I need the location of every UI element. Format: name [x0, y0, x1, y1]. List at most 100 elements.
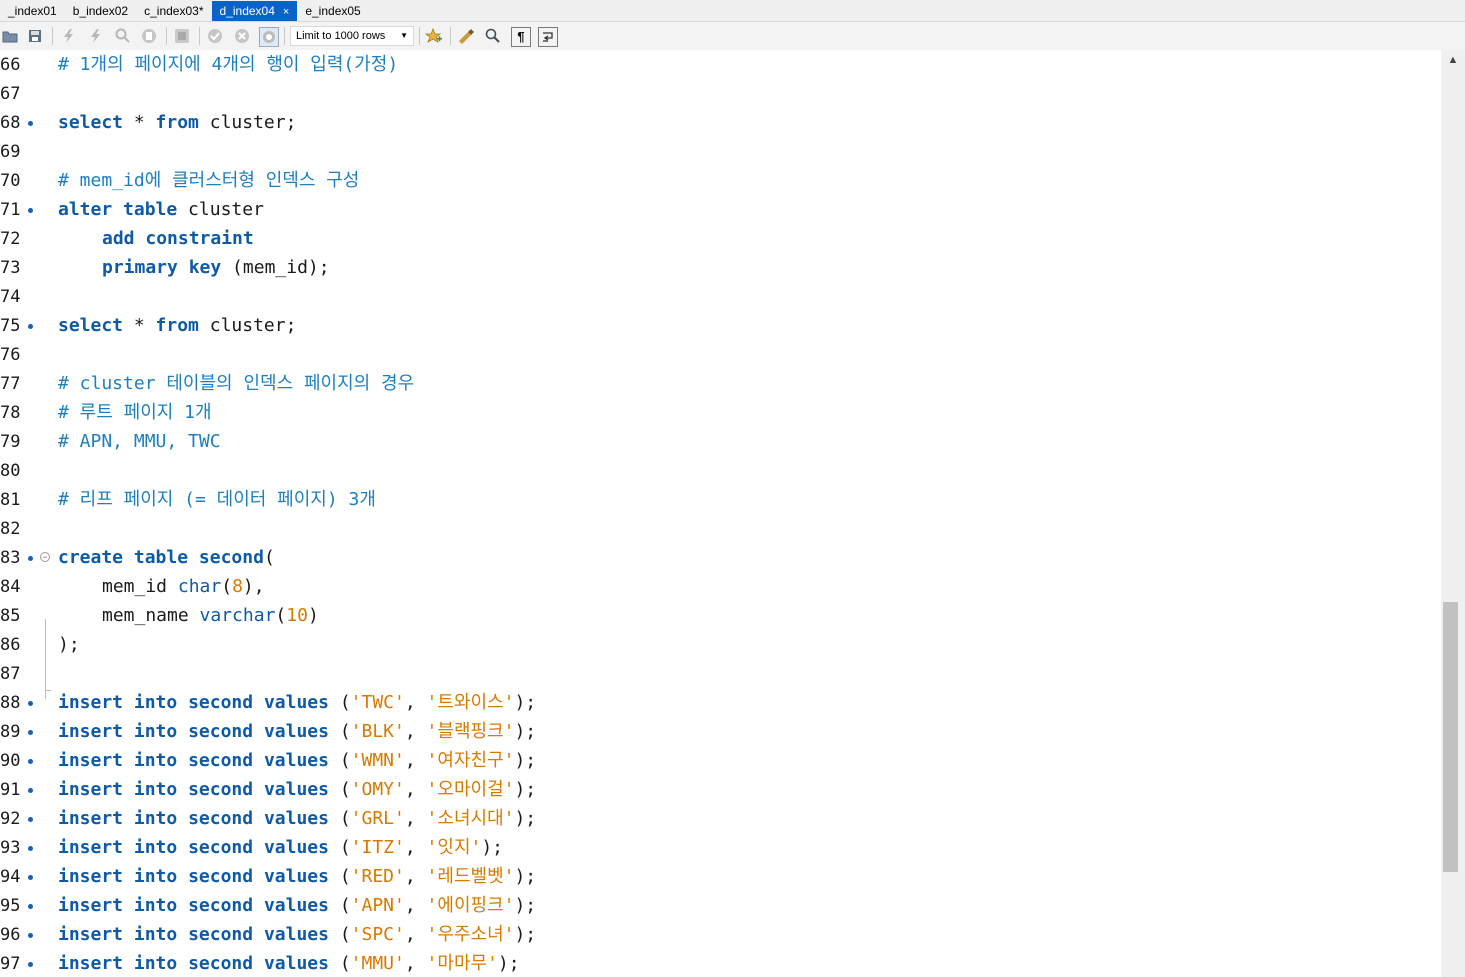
editor-line[interactable]: 84 mem_id char(8), — [0, 572, 1441, 601]
commit-icon[interactable] — [206, 27, 224, 45]
close-icon[interactable]: × — [283, 6, 289, 18]
keyword: into — [133, 895, 178, 916]
execute-current-icon[interactable] — [87, 27, 105, 45]
rollback-icon[interactable] — [233, 27, 251, 45]
code-text: insert into second values ('SPC', '우주소녀'… — [58, 924, 536, 946]
editor-line[interactable]: 92 insert into second values ('GRL', '소녀시… — [0, 804, 1441, 833]
find-icon[interactable] — [484, 27, 502, 45]
limit-rows-label: Limit to 1000 rows — [296, 30, 386, 42]
editor-line[interactable]: 82 — [0, 514, 1441, 543]
editor-line[interactable]: 88 insert into second values ('TWC', '트와이… — [0, 688, 1441, 717]
keyword: second — [188, 953, 254, 974]
editor-line[interactable]: 67 — [0, 79, 1441, 108]
line-number: 87 — [0, 663, 22, 685]
editor-line[interactable]: 81 # 리프 페이지 (= 데이터 페이지) 3개 — [0, 485, 1441, 514]
tab-b-index02[interactable]: b_index02 — [65, 1, 136, 21]
code-token: * — [123, 112, 156, 133]
editor-line[interactable]: 70 # mem_id에 클러스터형 인덱스 구성 — [0, 166, 1441, 195]
tab-e-index05[interactable]: e_index05 — [297, 1, 368, 21]
editor-line[interactable]: 96 insert into second values ('SPC', '우주소… — [0, 920, 1441, 949]
editor-line[interactable]: 76 — [0, 340, 1441, 369]
tab-d-index04[interactable]: d_index04 × — [211, 1, 298, 21]
keyword: second — [188, 692, 254, 713]
keyword: second — [188, 866, 254, 887]
keyword: select — [58, 112, 124, 133]
beautify-icon[interactable] — [457, 27, 475, 45]
editor-line[interactable]: 94 insert into second values ('RED', '레드벨… — [0, 862, 1441, 891]
tab-c-index03[interactable]: c_index03* — [136, 1, 211, 21]
scroll-up-icon[interactable]: ▲ — [1441, 50, 1465, 70]
editor-line[interactable]: 73 primary key (mem_id); — [0, 253, 1441, 282]
statement-marker-icon — [28, 208, 33, 213]
editor-line[interactable]: 72 add constraint — [0, 224, 1441, 253]
editor-line[interactable]: 83 − create table second( — [0, 543, 1441, 572]
bookmark-icon[interactable] — [425, 27, 443, 45]
code-token: ( — [263, 547, 275, 568]
autocommit-icon[interactable] — [259, 27, 279, 47]
editor-line[interactable]: 95 insert into second values ('APN', '에이핑… — [0, 891, 1441, 920]
editor-line[interactable]: 86); — [0, 630, 1441, 659]
save-icon[interactable] — [26, 27, 44, 45]
line-number-text: 78 — [0, 403, 21, 423]
scrollbar-thumb[interactable] — [1443, 602, 1458, 872]
statement-marker-icon — [28, 324, 33, 329]
editor-line[interactable]: 90 insert into second values ('WMN', '여자친… — [0, 746, 1441, 775]
editor-line[interactable]: 75 select * from cluster; — [0, 311, 1441, 340]
editor-line[interactable]: 89 insert into second values ('BLK', '블랙핑… — [0, 717, 1441, 746]
editor-line[interactable]: 77 # cluster 테이블의 인덱스 페이지의 경우 — [0, 369, 1441, 398]
editor-line[interactable]: 85 mem_name varchar(10) — [0, 601, 1441, 630]
line-number-text: 71 — [0, 200, 21, 220]
editor-line[interactable]: 74 — [0, 282, 1441, 311]
line-number: 95 — [0, 895, 22, 917]
wrap-icon[interactable] — [538, 27, 558, 47]
vertical-scrollbar[interactable]: ▲ — [1441, 50, 1465, 977]
keyword: insert — [58, 837, 124, 858]
fold-toggle-icon[interactable]: − — [40, 552, 50, 562]
editor-line[interactable]: 91 insert into second values ('OMY', '오마이… — [0, 775, 1441, 804]
open-folder-icon[interactable] — [1, 27, 19, 45]
tab-index01[interactable]: _index01 — [0, 1, 65, 21]
editor-line[interactable]: 68 select * from cluster; — [0, 108, 1441, 137]
editor-line[interactable]: 80 — [0, 456, 1441, 485]
keyword: values — [263, 779, 329, 800]
string-literal: 'WMN' — [350, 750, 405, 771]
stop-icon[interactable] — [140, 27, 158, 45]
line-number-text: 68 — [0, 113, 21, 133]
execute-icon[interactable] — [60, 27, 78, 45]
line-number: 70 — [0, 170, 22, 192]
line-number: 88 — [0, 692, 22, 714]
string-literal: 'APN' — [350, 895, 405, 916]
code-token: , — [404, 924, 427, 945]
editor-line[interactable]: 69 — [0, 137, 1441, 166]
string-literal: 'SPC' — [350, 924, 405, 945]
line-number: 71 — [0, 199, 22, 221]
invisible-chars-icon[interactable]: ¶ — [511, 27, 531, 47]
line-number-text: 86 — [0, 635, 21, 655]
string-literal: '오마이걸' — [426, 779, 515, 800]
code-token: , — [404, 895, 427, 916]
editor-line[interactable]: 71 alter table cluster — [0, 195, 1441, 224]
editor-line[interactable]: 97 insert into second values ('MMU', '마마무… — [0, 949, 1441, 977]
limit-rows-select[interactable]: Limit to 1000 rows ▼ — [290, 26, 414, 46]
editor-line[interactable]: 79 # APN, MMU, TWC — [0, 427, 1441, 456]
line-number-text: 85 — [0, 606, 21, 626]
editor-line[interactable]: 93 insert into second values ('ITZ', '잇지'… — [0, 833, 1441, 862]
keyword: from — [155, 112, 199, 133]
editor-line[interactable]: 78 # 루트 페이지 1개 — [0, 398, 1441, 427]
keyword: values — [263, 953, 329, 974]
line-number-text: 67 — [0, 84, 21, 104]
line-number: 96 — [0, 924, 22, 946]
line-number: 68 — [0, 112, 22, 134]
code-token: , — [404, 837, 427, 858]
keyword: second — [198, 547, 264, 568]
toggle-icon[interactable] — [173, 27, 191, 45]
sql-editor[interactable]: 66 # 1개의 페이지에 4개의 행이 입력(가정) 67 68 select * f… — [0, 50, 1441, 977]
editor-line[interactable]: 87 — [0, 659, 1441, 688]
code-token: ( — [221, 576, 233, 597]
line-number: 93 — [0, 837, 22, 859]
explain-icon[interactable] — [114, 27, 132, 45]
editor-line[interactable]: 66 # 1개의 페이지에 4개의 행이 입력(가정) — [0, 50, 1441, 79]
